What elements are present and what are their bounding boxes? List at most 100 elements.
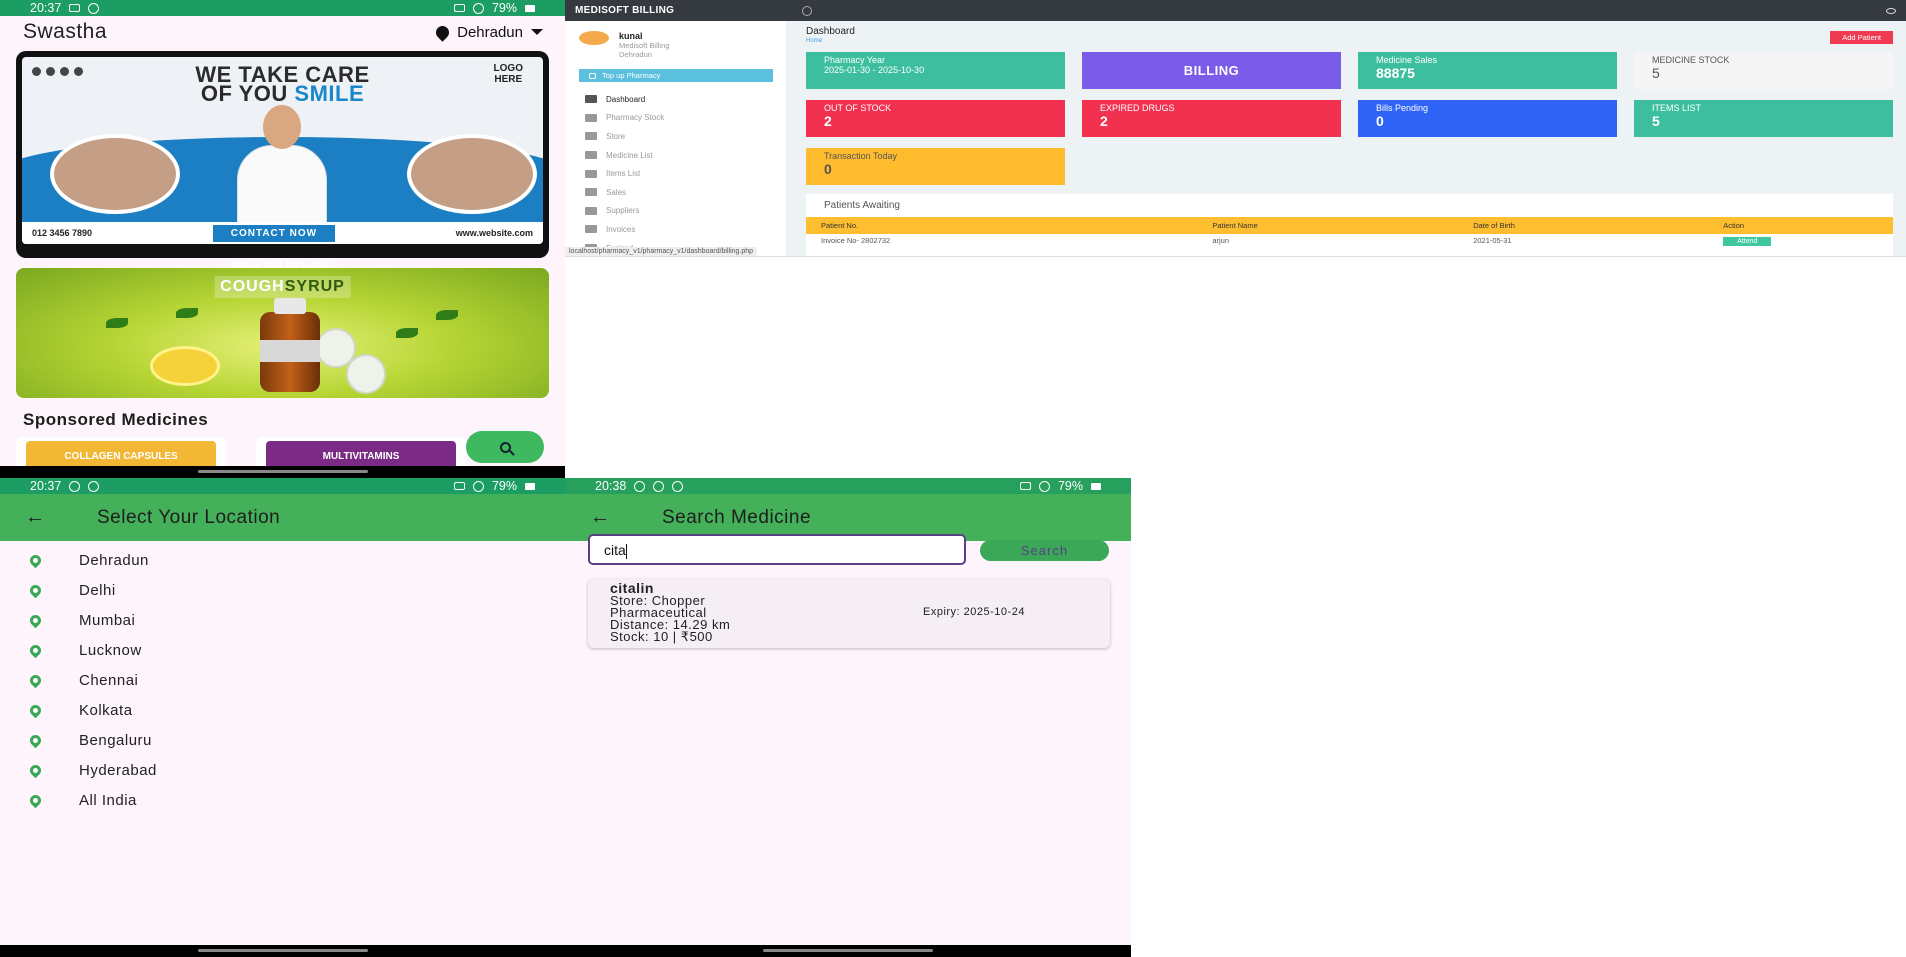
alarm-icon <box>453 4 465 12</box>
sidebar-item-label: Store <box>606 131 626 141</box>
sidebar-item-dashboard[interactable]: Dashboard <box>585 90 786 109</box>
location-item[interactable]: Dehradun <box>27 545 565 575</box>
location-pin-icon <box>27 642 44 658</box>
stat-cards: Pharmacy Year 2025-01-30 - 2025-10-30 BIL… <box>806 52 1893 185</box>
sidebar-item-items-list[interactable]: Items List <box>585 164 786 183</box>
user-name: kunal <box>619 31 643 41</box>
card-medicine-sales[interactable]: Medicine Sales 88875 <box>1358 52 1617 89</box>
notification-icon <box>88 2 100 14</box>
status-battery: 79% <box>1057 479 1083 493</box>
location-item[interactable]: Lucknow <box>27 635 565 665</box>
screen-title: Select Your Location <box>97 506 281 528</box>
location-selector[interactable]: Dehradun <box>433 22 543 42</box>
sales-icon <box>585 188 597 197</box>
wifi-icon <box>472 2 484 14</box>
topup-label: Top up Pharmacy <box>602 71 661 80</box>
card-out-of-stock[interactable]: OUT OF STOCK 2 <box>806 100 1065 137</box>
sidebar-item-sales[interactable]: Sales <box>585 183 786 202</box>
card-transaction-today[interactable]: Transaction Today 0 <box>806 148 1065 185</box>
table-row: Invoice No- 2802732 arjun 2021-05-31 Att… <box>806 234 1893 246</box>
location-item[interactable]: Bengaluru <box>27 725 565 755</box>
location-item[interactable]: Kolkata <box>27 695 565 725</box>
search-icon[interactable] <box>802 5 813 16</box>
location-pin-icon <box>27 552 44 568</box>
sidebar-item-pharmacy-stock[interactable]: Pharmacy Stock <box>585 109 786 128</box>
card-pharmacy-year[interactable]: Pharmacy Year 2025-01-30 - 2025-10-30 <box>806 52 1065 89</box>
status-time: 20:37 <box>30 1 62 15</box>
breadcrumb[interactable]: Home <box>806 38 1893 44</box>
status-bar: 20:37 79% <box>0 0 565 16</box>
location-label: Bengaluru <box>79 731 152 749</box>
banner-headline: WE TAKE CARE OF YOU SMILE <box>195 62 370 106</box>
notification-icon <box>672 480 684 492</box>
card-medicine-stock[interactable]: MEDICINE STOCK 5 <box>1634 52 1893 89</box>
invoices-icon <box>585 225 597 234</box>
card-bills-pending[interactable]: Bills Pending 0 <box>1358 100 1617 137</box>
sidebar-menu: Dashboard Pharmacy Stock Store Medicine … <box>565 90 786 256</box>
sidebar-item-suppliers[interactable]: Suppliers <box>585 202 786 221</box>
card-title: OUT OF STOCK <box>824 103 892 113</box>
column-header: Patient No. <box>806 217 1198 234</box>
add-patient-button[interactable]: Add Patient <box>1830 31 1893 44</box>
location-pin-icon <box>27 672 44 688</box>
battery-icon <box>525 4 535 12</box>
sidebar-item-invoices[interactable]: Invoices <box>585 220 786 239</box>
location-item[interactable]: All India <box>27 785 565 815</box>
back-arrow-icon[interactable]: ← <box>25 506 47 529</box>
status-time: 20:37 <box>30 479 62 493</box>
sidebar-item-store[interactable]: Store <box>585 127 786 146</box>
user-company: Medisoft Billing <box>619 41 670 50</box>
card-title: ITEMS LIST <box>1652 103 1702 113</box>
card-title: Medicine Sales <box>1376 55 1438 65</box>
top-up-pharmacy-button[interactable]: Top up Pharmacy <box>579 69 773 82</box>
medicine-result-card[interactable]: citalin Store: Chopper Pharmaceutical Di… <box>588 579 1110 648</box>
cough-syrup-banner[interactable]: COUGHSYRUP <box>16 268 549 398</box>
card-expired-drugs[interactable]: EXPIRED DRUGS 2 <box>1082 100 1341 137</box>
search-button[interactable]: Search <box>980 540 1109 561</box>
brand-name[interactable]: MEDISOFT BILLING <box>575 5 674 16</box>
gesture-bar <box>565 945 1131 957</box>
back-arrow-icon[interactable]: ← <box>590 506 612 529</box>
search-input[interactable]: cita <box>588 534 966 565</box>
sidebar-item-medicine-list[interactable]: Medicine List <box>585 146 786 165</box>
notification-icon <box>88 480 100 492</box>
location-item[interactable]: Hyderabad <box>27 755 565 785</box>
notification-icon <box>69 480 81 492</box>
location-item[interactable]: Delhi <box>27 575 565 605</box>
dental-banner[interactable]: WE TAKE CARE OF YOU SMILE LOGO HERE 012 3… <box>16 51 549 270</box>
card-value: 0 <box>824 161 832 177</box>
screen-header: ← Select Your Location <box>0 494 565 541</box>
card-billing[interactable]: BILLING <box>1082 52 1341 89</box>
location-pin-icon <box>27 732 44 748</box>
status-battery: 79% <box>491 1 517 15</box>
patient-name: arjun <box>1212 235 1229 245</box>
location-pin-icon <box>27 582 44 598</box>
location-item[interactable]: Chennai <box>27 665 565 695</box>
attend-button[interactable]: Attend <box>1723 236 1772 246</box>
search-fab-button[interactable] <box>466 431 544 463</box>
location-item[interactable]: Mumbai <box>27 605 565 635</box>
alarm-icon <box>453 482 465 490</box>
location-label: Chennai <box>79 671 139 689</box>
eye-icon[interactable] <box>1886 7 1896 14</box>
patients-awaiting-panel: Patients Awaiting Patient No. Patient Na… <box>806 194 1893 256</box>
column-header: Action <box>1708 217 1893 234</box>
patient-photo <box>407 134 537 214</box>
card-value: 2 <box>824 113 832 129</box>
lemon-illustration <box>150 346 220 386</box>
patient-no: Invoice No- 2802732 <box>821 235 891 245</box>
search-icon <box>499 441 511 453</box>
card-title: BILLING <box>1183 63 1240 78</box>
leaf-decoration <box>436 310 458 320</box>
location-label: Dehradun <box>79 551 149 569</box>
user-panel[interactable]: kunal Medisoft Billing Dehradun <box>565 21 786 59</box>
patient-dob: 2021-05-31 <box>1473 235 1512 245</box>
user-city: Dehradun <box>619 50 652 59</box>
card-items-list[interactable]: ITEMS LIST 5 <box>1634 100 1893 137</box>
dashboard-icon <box>585 95 597 104</box>
battery-icon <box>525 482 535 490</box>
chevron-down-icon <box>531 29 543 35</box>
contact-now-button[interactable]: CONTACT NOW <box>212 224 336 242</box>
location-label: Kolkata <box>79 701 133 719</box>
card-value: 88875 <box>1376 65 1415 81</box>
